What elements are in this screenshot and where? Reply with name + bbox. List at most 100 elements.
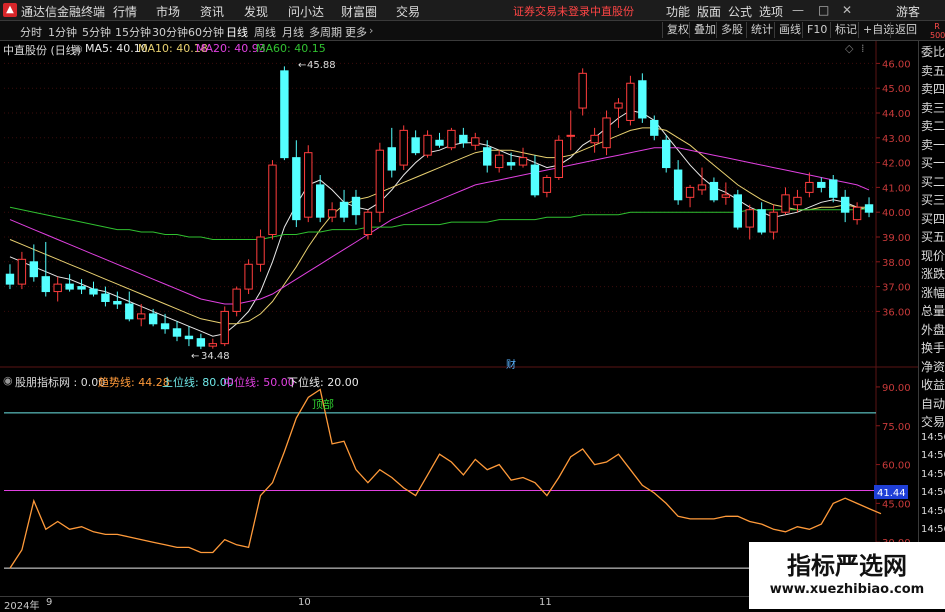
candle <box>375 142 385 223</box>
candle <box>459 127 468 148</box>
tab-period-15min[interactable]: 15分钟 <box>115 24 151 40</box>
quote-panel-label: 涨幅 <box>921 285 945 300</box>
menu-item-ask[interactable]: 问小达 <box>288 3 324 20</box>
candle <box>638 73 647 123</box>
tab-period-monthly[interactable]: 月线 <box>282 24 304 40</box>
stock-chart[interactable]: 46.00 45.00 44.00 43.00 42.00 41.00 40.00 39.00… <box>0 41 918 596</box>
quote-panel-label: 14:56 <box>921 431 945 443</box>
menu-item-layout[interactable]: 版面 <box>697 3 721 20</box>
close-icon[interactable]: ✕ <box>842 3 852 17</box>
tab-period-daily[interactable]: 日线 <box>226 24 248 40</box>
back-button[interactable]: 返回 <box>890 22 921 38</box>
current-stock-name: 中直股份 <box>590 5 634 18</box>
candle-body <box>399 129 408 166</box>
candle-body <box>852 206 862 221</box>
login-warning[interactable]: 证券交易未登录 <box>513 3 590 19</box>
statistics-button[interactable]: 统计 <box>746 22 777 38</box>
menu-item-wealth-circle[interactable]: 财富圈 <box>341 3 377 20</box>
menu-item-market-quotes[interactable]: 行情 <box>113 3 137 20</box>
period-toolbar: 分时 1分钟 5分钟 15分钟 30分钟 60分钟 日线 周线 月线 多周期 更… <box>0 21 945 41</box>
menu-item-trade[interactable]: 交易 <box>396 3 420 20</box>
quote-panel-label: 买五 <box>921 230 945 244</box>
candle-body <box>697 184 707 191</box>
candle <box>89 281 98 297</box>
candle-body <box>864 204 874 213</box>
candle-body <box>184 335 194 340</box>
candle <box>17 251 27 290</box>
candle <box>697 167 707 195</box>
candle <box>41 241 50 297</box>
tab-period-more[interactable]: 更多 <box>345 24 367 40</box>
menu-item-options[interactable]: 选项 <box>759 3 783 20</box>
candle-body <box>793 196 802 206</box>
tab-period-60min[interactable]: 60分钟 <box>188 24 224 40</box>
timeline-month-10: 10 <box>298 597 311 608</box>
indicator-axis-label: 75.00 <box>882 422 911 433</box>
candle-body <box>220 310 229 345</box>
candle-body <box>769 211 778 233</box>
indicator-axis-label: 45.00 <box>882 499 911 510</box>
timeline-year: 2024年 <box>4 601 40 612</box>
quote-panel-label: 换手 <box>921 341 945 355</box>
candle-body <box>196 338 206 347</box>
candle-body <box>172 328 182 337</box>
tab-period-30min[interactable]: 30分钟 <box>152 24 188 40</box>
quote-panel-label: 14:56 <box>921 524 945 535</box>
quote-panel-label: 14:56 <box>921 505 945 517</box>
price-axis-label: 41.00 <box>882 183 911 194</box>
multi-stock-button[interactable]: 多股 <box>716 22 747 38</box>
menu-item-news[interactable]: 资讯 <box>200 3 224 20</box>
candle <box>709 177 719 203</box>
candle <box>471 132 480 151</box>
app-logo-icon: ▲ <box>3 3 17 17</box>
draw-line-button[interactable]: 画线 <box>774 22 805 38</box>
candle <box>817 177 826 193</box>
candle <box>196 333 206 350</box>
menu-item-market[interactable]: 市场 <box>156 3 180 20</box>
candle <box>125 291 134 322</box>
tab-period-timeshare[interactable]: 分时 <box>20 24 42 40</box>
menu-item-discover[interactable]: 发现 <box>244 3 268 20</box>
candle-body <box>817 181 826 188</box>
menu-item-formula[interactable]: 公式 <box>728 3 752 20</box>
f10-button[interactable]: F10 <box>802 22 831 38</box>
candle-body <box>232 288 241 312</box>
candle-body <box>423 134 432 156</box>
candle <box>864 197 874 218</box>
quote-panel-label: 卖三 <box>921 100 945 115</box>
candle <box>590 127 599 153</box>
restore-icon[interactable]: □ <box>818 3 829 17</box>
quote-panel-label: 买三 <box>921 193 945 207</box>
candle-body <box>256 236 265 265</box>
candle <box>840 189 850 223</box>
candle-body <box>148 313 158 325</box>
minimize-icon[interactable]: — <box>792 3 804 17</box>
candle <box>327 202 337 223</box>
candle <box>5 264 15 290</box>
tab-period-1min[interactable]: 1分钟 <box>48 24 77 40</box>
quote-panel-label: 14:56 <box>921 487 945 498</box>
mark-button[interactable]: 标记 <box>830 22 861 38</box>
price-axis-label: 36.00 <box>882 307 911 318</box>
high-price-label: 45.88 <box>307 60 336 71</box>
high-arrow-icon: ← <box>298 60 306 71</box>
candle-body <box>292 157 301 221</box>
current-value-label: 41.44 <box>877 488 906 499</box>
price-axis-label: 40.00 <box>882 208 911 219</box>
menu-item-functions[interactable]: 功能 <box>666 3 690 20</box>
tab-period-5min[interactable]: 5分钟 <box>82 24 111 40</box>
price-axis-label: 38.00 <box>882 258 911 269</box>
guest-label[interactable]: 游客 <box>896 3 920 20</box>
candle <box>172 321 182 342</box>
watermark-url: www.xuezhibiao.com <box>769 582 925 597</box>
candle-body <box>65 283 74 290</box>
more-chevron-icon[interactable]: › <box>369 24 373 37</box>
candle-body <box>757 209 766 233</box>
candle <box>757 202 766 235</box>
candle-body <box>626 82 635 121</box>
tab-period-weekly[interactable]: 周线 <box>254 24 276 40</box>
tab-period-multi[interactable]: 多周期 <box>309 24 342 40</box>
candle-body <box>494 154 504 169</box>
candle-body <box>387 147 396 171</box>
indicator-axis-label: 60.00 <box>882 461 911 472</box>
